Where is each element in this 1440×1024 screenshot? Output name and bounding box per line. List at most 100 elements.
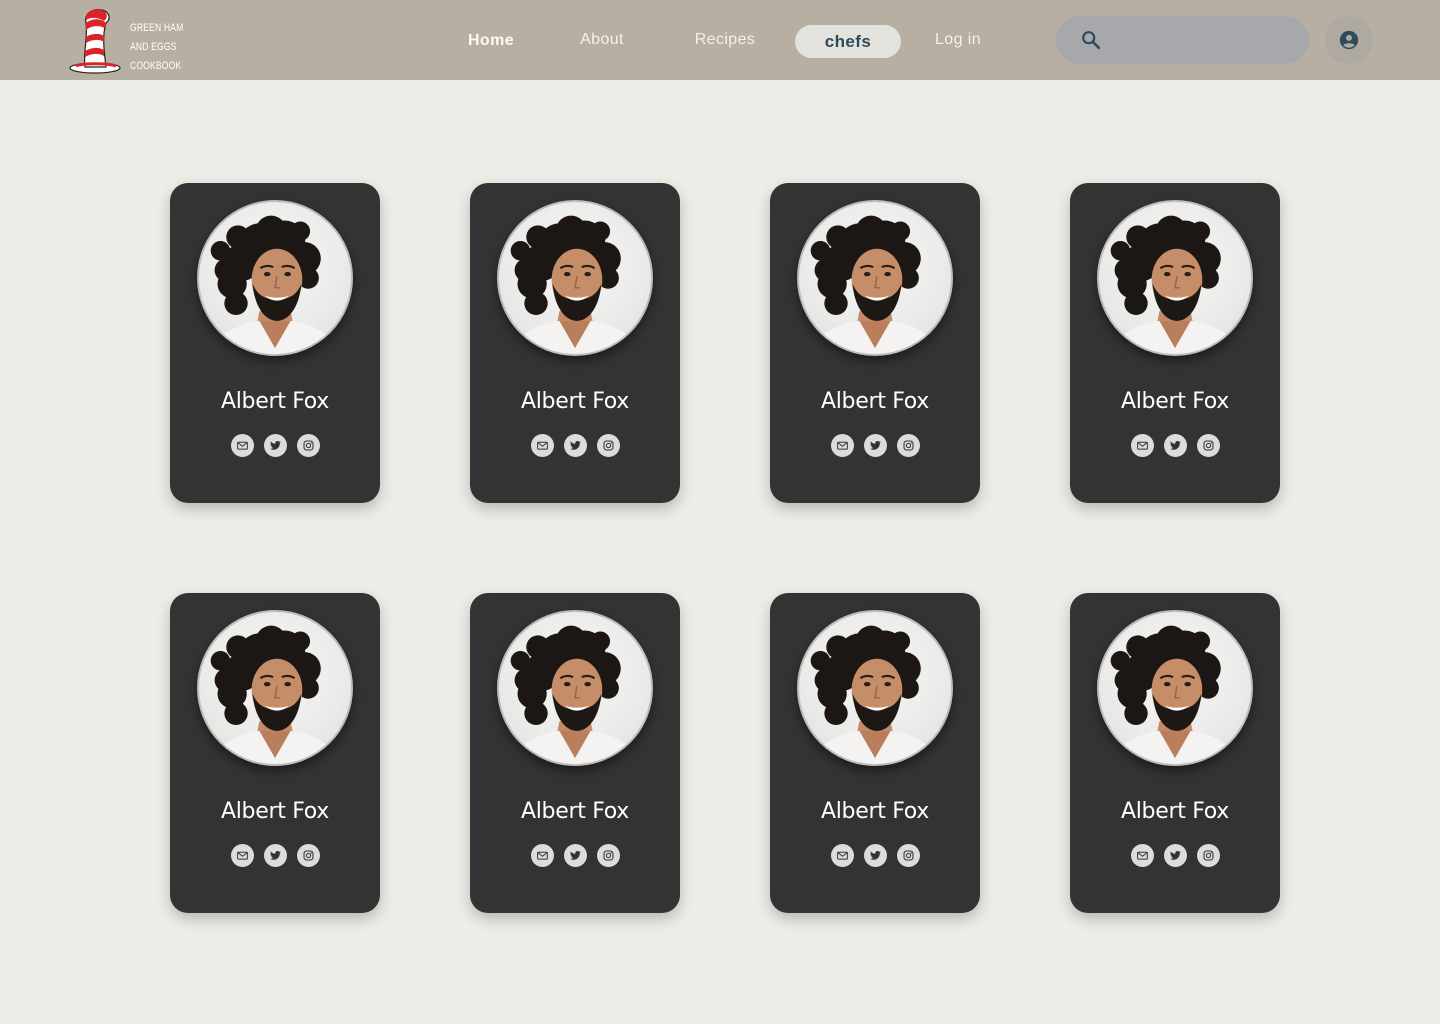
chef-avatar[interactable] [497,610,653,766]
chef-card[interactable]: Albert Fox [1070,593,1280,913]
twitter-icon [269,441,281,450]
chef-card[interactable]: Albert Fox [470,183,680,503]
chef-card[interactable]: Albert Fox [770,593,980,913]
brand-line-2: AND EGGS [130,41,177,53]
mail-icon [536,851,548,860]
instagram-icon [903,850,913,861]
mail-icon [1136,441,1148,450]
chef-card[interactable]: Albert Fox [470,593,680,913]
twitter-button[interactable] [563,434,587,457]
instagram-button[interactable] [1196,434,1220,457]
chef-avatar[interactable] [797,200,953,356]
chef-name: Albert Fox [821,389,929,414]
chef-name: Albert Fox [521,799,629,824]
chef-name: Albert Fox [521,389,629,414]
twitter-button[interactable] [263,434,287,457]
chef-portrait-image [208,215,342,354]
twitter-button[interactable] [863,434,887,457]
mail-button[interactable] [230,434,254,457]
twitter-icon [1169,851,1181,860]
twitter-icon [869,851,881,860]
mail-icon [836,851,848,860]
chef-social-links [770,844,980,868]
mail-button[interactable] [230,844,254,867]
chef-social-links [1070,434,1280,458]
brand-line-3: COOKBOOK [130,60,182,72]
brand-logo[interactable]: GREEN HAM AND EGGS COOKBOOK [68,5,198,75]
twitter-icon [869,441,881,450]
twitter-icon [569,851,581,860]
instagram-button[interactable] [296,844,320,867]
chef-avatar[interactable] [197,200,353,356]
twitter-button[interactable] [863,844,887,867]
instagram-button[interactable] [896,844,920,867]
chef-portrait-image [1108,625,1242,764]
instagram-button[interactable] [596,434,620,457]
twitter-icon [569,441,581,450]
nav-recipes-link[interactable]: Recipes [682,23,768,56]
chef-social-links [470,844,680,868]
search-input[interactable] [1114,24,1294,56]
nav-chefs-link[interactable]: chefs [795,25,901,58]
mail-icon [236,441,248,450]
chef-card[interactable]: Albert Fox [1070,183,1280,503]
chef-social-links [170,434,380,458]
instagram-icon [303,850,313,861]
top-navbar: GREEN HAM AND EGGS COOKBOOK Home About R… [0,0,1440,80]
instagram-icon [603,850,613,861]
mail-button[interactable] [1130,434,1154,457]
brand-line-1: GREEN HAM [130,22,184,34]
chef-avatar[interactable] [797,610,953,766]
account-circle-icon [1339,30,1359,50]
chef-grid: Albert Fox Albert Fox Albert Fox Albert … [170,183,1280,913]
nav-home-link[interactable]: Home [450,24,532,57]
search-bar[interactable] [1056,16,1309,64]
chef-card[interactable]: Albert Fox [170,593,380,913]
instagram-icon [1203,440,1213,451]
twitter-button[interactable] [1163,844,1187,867]
nav-login-link[interactable]: Log in [920,23,996,56]
instagram-button[interactable] [1196,844,1220,867]
instagram-button[interactable] [596,844,620,867]
mail-button[interactable] [1130,844,1154,867]
chef-card[interactable]: Albert Fox [170,183,380,503]
chef-portrait-image [808,625,942,764]
brand-wordmark: GREEN HAM AND EGGS COOKBOOK [130,19,183,76]
chef-card[interactable]: Albert Fox [770,183,980,503]
chef-portrait-image [808,215,942,354]
chef-avatar[interactable] [497,200,653,356]
mail-icon [836,441,848,450]
chef-name: Albert Fox [221,389,329,414]
nav-about-link[interactable]: About [562,23,642,56]
chef-name: Albert Fox [1121,389,1229,414]
chef-name: Albert Fox [821,799,929,824]
chef-avatar[interactable] [1097,610,1253,766]
mail-icon [1136,851,1148,860]
search-icon[interactable] [1080,29,1102,51]
chef-name: Albert Fox [1121,799,1229,824]
twitter-button[interactable] [263,844,287,867]
mail-button[interactable] [530,844,554,867]
twitter-button[interactable] [1163,434,1187,457]
mail-button[interactable] [830,434,854,457]
mail-icon [236,851,248,860]
mail-button[interactable] [830,844,854,867]
chef-social-links [770,434,980,458]
instagram-button[interactable] [296,434,320,457]
chef-social-links [470,434,680,458]
instagram-icon [1203,850,1213,861]
chef-portrait-image [508,625,642,764]
instagram-icon [303,440,313,451]
account-button[interactable] [1325,16,1373,64]
chef-portrait-image [508,215,642,354]
instagram-icon [903,440,913,451]
striped-hat-logo-icon [69,9,121,74]
twitter-button[interactable] [563,844,587,867]
chef-social-links [170,844,380,868]
chef-avatar[interactable] [197,610,353,766]
twitter-icon [269,851,281,860]
mail-icon [536,441,548,450]
mail-button[interactable] [530,434,554,457]
instagram-button[interactable] [896,434,920,457]
chef-avatar[interactable] [1097,200,1253,356]
